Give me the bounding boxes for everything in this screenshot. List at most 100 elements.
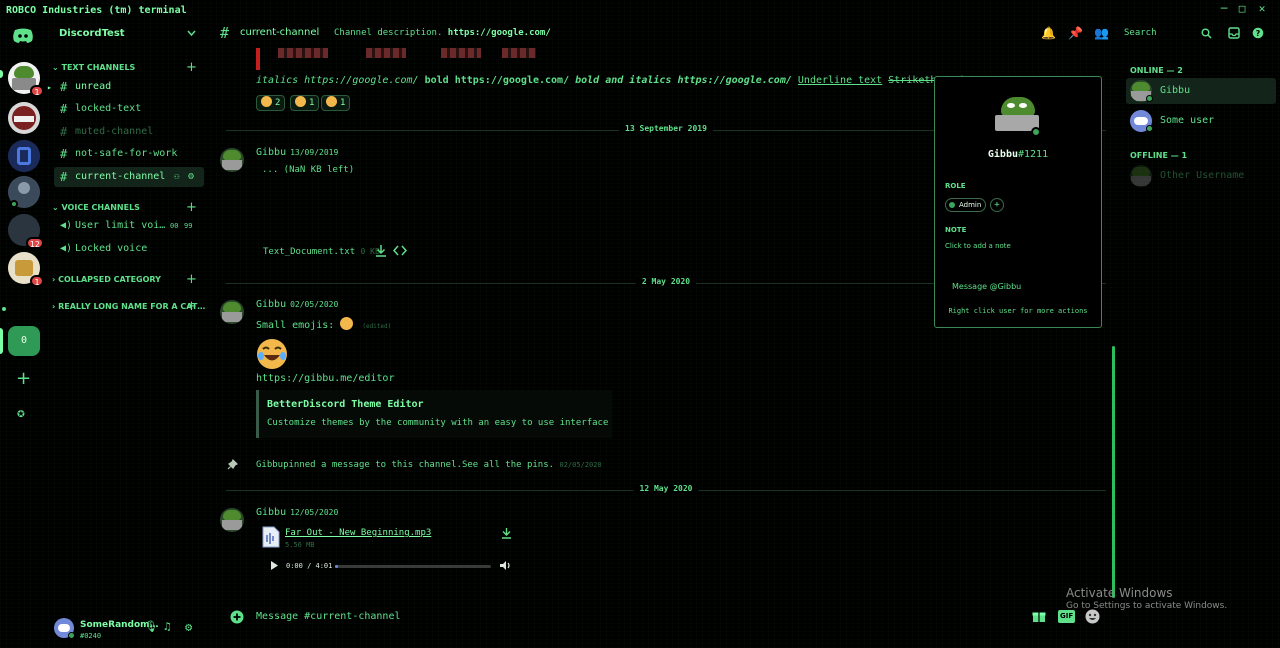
mute-microphone-icon[interactable]: 🎙 [144,620,158,633]
explore-icon[interactable]: ✪ [17,406,25,421]
user-popout: Gibbu#1211 ROLE Admin + NOTE Click to ad… [934,76,1102,328]
channel-muted[interactable]: # muted-channel [54,122,204,142]
server-zero[interactable]: 0 [8,326,40,356]
gif-button[interactable]: GIF [1058,610,1076,623]
hash-icon: # [60,80,68,94]
server-face[interactable] [8,102,40,134]
avatar[interactable] [220,300,244,324]
role-pill[interactable]: Admin [945,198,987,212]
category-voice-channels[interactable]: ⌄ VOICE CHANNELS + [52,200,197,215]
channel-unread[interactable]: # unread [54,77,204,97]
category-label: TEXT CHANNELS [61,63,136,72]
server-gold[interactable]: 1 [8,252,44,287]
reaction-pill[interactable]: 1 [321,95,351,111]
gift-icon[interactable] [1032,609,1046,623]
settings-gear-icon[interactable]: ⚙ [188,167,194,187]
channel-label: muted-channel [75,126,154,137]
download-icon[interactable] [375,244,387,257]
user-limit-used: 00 [170,222,179,230]
channel-header: # current-channel Channel description. h… [206,20,1280,48]
link-embed: BetterDiscord Theme Editor Customize the… [256,390,612,438]
category-long-name[interactable]: › REALLY LONG NAME FOR A CAT… + [52,299,205,314]
server-gray[interactable] [8,176,40,208]
code-view-icon[interactable] [393,245,407,256]
scrollbar-thumb[interactable] [1112,346,1115,598]
add-channel-icon[interactable]: + [186,200,197,215]
voice-locked[interactable]: ◀) Locked voice [54,239,204,259]
role-name: Admin [959,201,982,209]
reaction-pill[interactable]: 1 [290,95,320,111]
author-name[interactable]: Gibbu [256,507,286,518]
chevron-down-icon[interactable] [187,30,196,36]
popout-message-input[interactable]: Message @Gibbu [945,277,1091,299]
inbox-icon[interactable] [1228,27,1240,39]
add-channel-icon[interactable]: + [186,272,197,287]
message-author[interactable]: Gibbu 02/05/2020 [256,299,338,310]
add-channel-icon[interactable]: + [186,60,197,75]
formatted-message-line: italics https://google.com/ bold https:/… [256,75,967,86]
search-input[interactable]: Search [1124,28,1157,38]
audio-progress-fill [335,565,339,568]
note-input[interactable]: Click to add a note [945,242,1011,250]
message-link[interactable]: https://gibbu.me/editor [256,373,394,384]
member-name: Some user [1160,115,1215,126]
embed-title[interactable]: BetterDiscord Theme Editor [267,399,424,410]
reaction-pill[interactable]: 2 [256,95,286,111]
play-icon[interactable] [270,561,278,570]
pin-icon[interactable]: 📌 [1068,26,1083,40]
guild-name[interactable]: DiscordTest [59,28,125,39]
reaction-count: 2 [275,98,281,108]
download-icon[interactable] [501,527,512,539]
member-item[interactable]: Some user [1126,108,1276,134]
server-badge: 1 [30,85,44,97]
chevron-icon: ⌄ [52,63,59,72]
minimize-icon[interactable]: ─ [1218,3,1230,15]
upload-plus-icon[interactable] [230,610,244,624]
channel-locked-text[interactable]: # locked-text [54,99,204,119]
description-link[interactable]: https://google.com/ [448,28,551,38]
emoji-picker-icon[interactable] [1085,609,1100,624]
add-channel-icon[interactable]: + [186,299,197,314]
server-badge: 12 [25,237,44,249]
channel-sidebar: DiscordTest ⌄ TEXT CHANNELS + ▸ # unread… [47,20,206,648]
category-collapsed[interactable]: › COLLAPSED CATEGORY + [52,272,197,287]
help-icon[interactable]: ? [1252,27,1264,39]
category-text-channels[interactable]: ⌄ TEXT CHANNELS + [52,60,197,75]
member-item[interactable]: Gibbu [1126,78,1276,104]
notification-bell-icon[interactable]: 🔔 [1041,26,1056,40]
pin-author[interactable]: Gibbu [256,460,283,470]
user-settings-gear-icon[interactable]: ⚙ [185,620,192,634]
server-pepe[interactable]: 1 [8,62,44,97]
close-icon[interactable]: ✕ [1256,3,1268,15]
voice-user-limit[interactable]: ◀) User limit voi… 00 99 [54,216,204,236]
selected-pill [0,328,3,354]
avatar[interactable] [220,148,244,172]
member-list-icon[interactable]: 👥 [1094,26,1109,40]
maximize-icon[interactable]: □ [1236,3,1248,15]
pin-notice-icon [227,459,238,470]
headphones-icon[interactable]: ♫ [164,620,171,633]
author-name[interactable]: Gibbu [256,147,286,158]
invite-icon[interactable]: ⚇ [174,167,179,187]
message-input[interactable]: Message #current-channel [256,611,401,622]
search-icon[interactable] [1201,28,1212,39]
chevron-right-icon: › [52,275,56,284]
pinned-message-link[interactable]: a message [321,460,370,470]
discord-home-icon[interactable] [12,28,34,44]
audio-file-name[interactable]: Far_Out_-_New_Beginning.mp3 [285,528,431,538]
audio-progress-track[interactable] [335,565,491,568]
add-server-icon[interactable]: + [16,368,31,389]
channel-current[interactable]: # current-channel ⚇ ⚙ [54,167,204,187]
add-role-button[interactable]: + [990,198,1004,212]
author-name[interactable]: Gibbu [256,299,286,310]
channel-nsfw[interactable]: # not-safe-for-work [54,144,204,164]
message-author[interactable]: Gibbu 13/09/2019 [256,147,338,158]
avatar[interactable] [220,508,244,532]
server-dark[interactable]: 12 [8,214,44,249]
server-bd[interactable] [8,140,40,172]
see-all-pins-link[interactable]: See all the pins. [462,460,554,470]
volume-icon[interactable] [499,560,511,571]
message-author[interactable]: Gibbu 12/05/2020 [256,507,338,518]
member-item[interactable]: Other Username [1126,163,1276,189]
attachment-name[interactable]: Text_Document.txt [263,247,355,257]
